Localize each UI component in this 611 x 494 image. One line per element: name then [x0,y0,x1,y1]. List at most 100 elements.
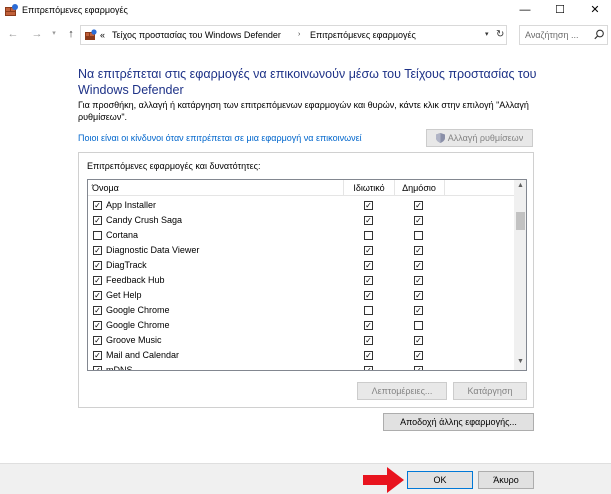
group-title: Επιτρεπόμενες εφαρμογές και δυνατότητες: [87,161,261,171]
app-enabled-checkbox[interactable]: ✓ [93,216,102,225]
cancel-button[interactable]: Άκυρο [478,471,534,489]
minimize-button[interactable]: — [508,0,542,20]
app-name: Google Chrome [106,320,170,330]
app-enabled-checkbox[interactable]: ✓ [93,366,102,370]
app-name: Groove Music [106,335,162,345]
app-name: DiagTrack [106,260,147,270]
app-row[interactable]: ✓ Groove Music ✓ ✓ [88,334,514,349]
app-row[interactable]: ✓ DiagTrack ✓ ✓ [88,259,514,274]
private-network-checkbox[interactable]: ✓ [364,276,373,285]
private-network-checkbox[interactable]: ✓ [364,216,373,225]
private-network-checkbox[interactable] [364,306,373,315]
breadcrumb-overflow[interactable]: « [100,30,105,40]
page-description: Για προσθήκη, αλλαγή ή κατάργηση των επι… [78,100,529,122]
window-title: Επιτρεπόμενες εφαρμογές [22,5,128,15]
breadcrumb-allowed-apps[interactable]: Επιτρεπόμενες εφαρμογές [310,30,416,40]
app-enabled-checkbox[interactable]: ✓ [93,291,102,300]
app-row[interactable]: ✓ Get Help ✓ ✓ [88,289,514,304]
private-network-checkbox[interactable]: ✓ [364,321,373,330]
app-name: Cortana [106,230,139,240]
private-network-checkbox[interactable]: ✓ [364,291,373,300]
navigation-bar: ← → ▾ ↑ « Τείχος προστασίας του Windows … [0,24,611,46]
vertical-scrollbar[interactable]: ▲ ▼ [514,180,526,370]
app-enabled-checkbox[interactable]: ✓ [93,276,102,285]
app-row[interactable]: ✓ App Installer ✓ ✓ [88,199,514,214]
app-enabled-checkbox[interactable]: ✓ [93,321,102,330]
app-name: Feedback Hub [106,275,165,285]
remove-button[interactable]: Κατάργηση [453,382,527,400]
forward-arrow-icon[interactable]: → [30,27,44,41]
maximize-button[interactable]: ☐ [543,0,577,20]
app-enabled-checkbox[interactable]: ✓ [93,261,102,270]
public-network-checkbox[interactable]: ✓ [414,291,423,300]
public-network-checkbox[interactable] [414,231,423,240]
column-private-header[interactable]: Ιδιωτικό [344,183,394,193]
list-header: Όνομα Ιδιωτικό Δημόσιο [88,180,514,196]
app-enabled-checkbox[interactable]: ✓ [93,351,102,360]
public-network-checkbox[interactable]: ✓ [414,201,423,210]
app-enabled-checkbox[interactable]: ✓ [93,306,102,315]
change-settings-label: Αλλαγή ρυθμίσεων [447,133,524,143]
public-network-checkbox[interactable]: ✓ [414,351,423,360]
change-settings-button[interactable]: Αλλαγή ρυθμίσεων [426,129,533,147]
ok-button[interactable]: OK [407,471,473,489]
scrollbar-thumb[interactable] [516,212,525,230]
private-network-checkbox[interactable]: ✓ [364,366,373,370]
private-network-checkbox[interactable]: ✓ [364,351,373,360]
allowed-apps-list[interactable]: Όνομα Ιδιωτικό Δημόσιο ✓ App Installer ✓ ✓ ✓… [87,179,527,371]
public-network-checkbox[interactable]: ✓ [414,276,423,285]
recent-locations-chevron-icon[interactable]: ▾ [47,27,61,41]
address-bar[interactable]: « Τείχος προστασίας του Windows Defender… [80,25,507,45]
app-row[interactable]: ✓ Google Chrome ✓ [88,319,514,334]
app-row[interactable]: ✓ Mail and Calendar ✓ ✓ [88,349,514,364]
app-name: Mail and Calendar [106,350,180,360]
app-row[interactable]: ✓ Google Chrome ✓ [88,304,514,319]
app-enabled-checkbox[interactable]: ✓ [93,201,102,210]
breadcrumb-firewall[interactable]: Τείχος προστασίας του Windows Defender [112,30,281,40]
search-icon [594,29,604,40]
back-arrow-icon[interactable]: ← [6,27,20,41]
allow-another-app-button[interactable]: Αποδοχή άλλης εφαρμογής... [383,413,534,431]
app-row[interactable]: ✓ Feedback Hub ✓ ✓ [88,274,514,289]
scroll-up-icon[interactable]: ▲ [517,182,524,189]
search-input[interactable]: Αναζήτηση ... [519,25,608,45]
app-name: Candy Crush Saga [106,215,183,225]
app-row[interactable]: ✓ Candy Crush Saga ✓ ✓ [88,214,514,229]
private-network-checkbox[interactable]: ✓ [364,246,373,255]
private-network-checkbox[interactable] [364,231,373,240]
app-name: Get Help [106,290,142,300]
app-row[interactable]: ✓ mDNS ✓ ✓ [88,364,514,371]
public-network-checkbox[interactable]: ✓ [414,261,423,270]
app-enabled-checkbox[interactable]: ✓ [93,336,102,345]
app-enabled-checkbox[interactable]: ✓ [93,246,102,255]
details-button[interactable]: Λεπτομέρειες... [357,382,447,400]
public-network-checkbox[interactable]: ✓ [414,306,423,315]
dialog-footer: OK Άκυρο [0,463,611,494]
public-network-checkbox[interactable]: ✓ [414,336,423,345]
firewall-icon [85,29,97,40]
column-name-header[interactable]: Όνομα [92,183,119,193]
app-name: App Installer [106,200,157,210]
scroll-down-icon[interactable]: ▼ [517,358,524,365]
app-row[interactable]: Cortana [88,229,514,244]
app-name: mDNS [106,365,133,371]
address-dropdown-icon[interactable]: ▾ [485,30,489,38]
public-network-checkbox[interactable]: ✓ [414,366,423,370]
public-network-checkbox[interactable] [414,321,423,330]
uac-shield-icon [435,133,445,143]
private-network-checkbox[interactable]: ✓ [364,336,373,345]
refresh-icon[interactable]: ↻ [496,29,504,40]
close-button[interactable]: ✕ [578,0,611,20]
app-enabled-checkbox[interactable] [93,231,102,240]
column-divider[interactable] [444,180,445,196]
private-network-checkbox[interactable]: ✓ [364,261,373,270]
private-network-checkbox[interactable]: ✓ [364,201,373,210]
up-arrow-icon[interactable]: ↑ [64,27,78,41]
risks-link[interactable]: Ποιοι είναι οι κίνδυνοι όταν επιτρέπεται… [78,133,362,143]
public-network-checkbox[interactable]: ✓ [414,216,423,225]
app-row[interactable]: ✓ Diagnostic Data Viewer ✓ ✓ [88,244,514,259]
column-public-header[interactable]: Δημόσιο [394,183,444,193]
public-network-checkbox[interactable]: ✓ [414,246,423,255]
breadcrumb-chevron-icon[interactable]: › [298,31,300,38]
title-bar: Επιτρεπόμενες εφαρμογές — ☐ ✕ [0,0,611,22]
